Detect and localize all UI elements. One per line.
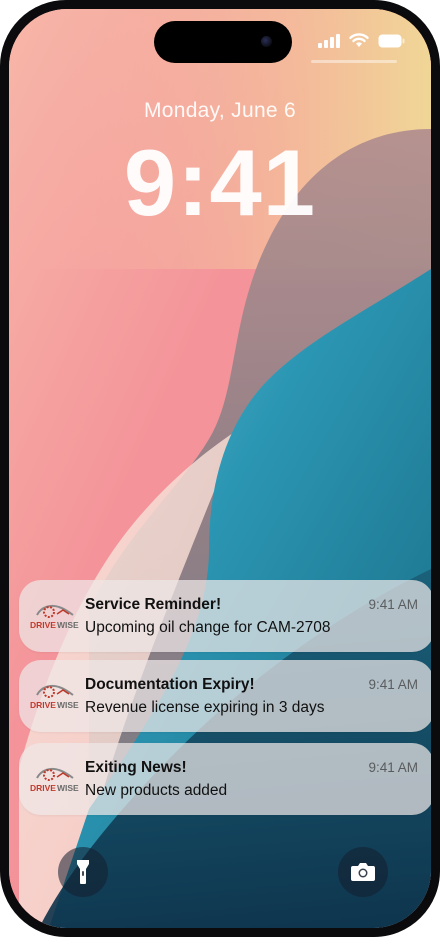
svg-text:WISE: WISE bbox=[57, 783, 79, 793]
drivewise-logo: DRIVE WISE bbox=[30, 604, 79, 630]
battery-icon bbox=[378, 34, 405, 47]
drivewise-logo: DRIVE WISE bbox=[30, 767, 79, 793]
svg-text:DRIVE: DRIVE bbox=[30, 700, 56, 710]
status-bar bbox=[318, 33, 405, 48]
notification-time: 9:41 AM bbox=[368, 597, 418, 612]
cellular-signal-icon bbox=[318, 33, 340, 48]
notification-title: Exiting News! bbox=[85, 759, 187, 776]
flashlight-button[interactable] bbox=[58, 847, 108, 897]
notification-time: 9:41 AM bbox=[368, 677, 418, 692]
notification-body: Revenue license expiring in 3 days bbox=[85, 699, 325, 716]
notification-body: New products added bbox=[85, 782, 228, 799]
drivewise-logo: DRIVE WISE bbox=[30, 684, 79, 710]
lockscreen-date: Monday, June 6 bbox=[143, 99, 297, 122]
camera-button[interactable] bbox=[338, 847, 388, 897]
svg-text:DRIVE: DRIVE bbox=[30, 620, 56, 630]
flashlight-icon bbox=[77, 860, 89, 884]
camera-icon bbox=[351, 863, 375, 881]
notification-card[interactable]: DRIVE WISE Documentation Expiry! Revenue… bbox=[19, 660, 431, 732]
phone-frame: Monday, June 6 9:41 DRIVE WISE Service R… bbox=[0, 0, 440, 937]
front-camera-icon bbox=[261, 36, 272, 47]
lock-screen: Monday, June 6 9:41 DRIVE WISE Service R… bbox=[9, 9, 431, 928]
svg-text:DRIVE: DRIVE bbox=[30, 783, 56, 793]
svg-text:WISE: WISE bbox=[57, 620, 79, 630]
lockscreen-time: 9:41 bbox=[123, 130, 317, 235]
svg-text:WISE: WISE bbox=[57, 700, 79, 710]
notification-body: Upcoming oil change for CAM-2708 bbox=[85, 619, 331, 636]
dynamic-island bbox=[154, 21, 292, 63]
wifi-icon bbox=[349, 33, 369, 47]
notification-card[interactable]: DRIVE WISE Exiting News! New products ad… bbox=[19, 743, 431, 815]
notification-card[interactable]: DRIVE WISE Service Reminder! Upcoming oi… bbox=[19, 580, 431, 652]
notification-time: 9:41 AM bbox=[368, 760, 418, 775]
status-indicator-bar bbox=[311, 60, 397, 63]
notification-title: Service Reminder! bbox=[85, 596, 222, 613]
notification-title: Documentation Expiry! bbox=[85, 676, 255, 693]
